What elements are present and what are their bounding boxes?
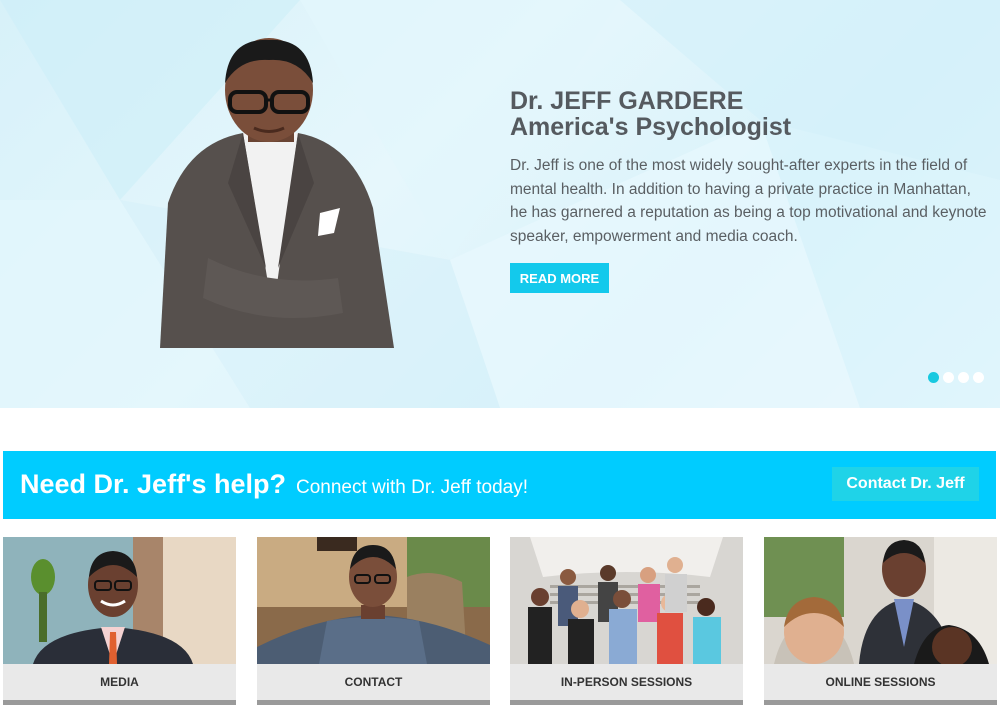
card-label: ONLINE SESSIONS — [764, 664, 997, 700]
hero-title: Dr. JEFF GARDERE America's Psychologist — [510, 88, 791, 140]
card-media[interactable]: MEDIA — [3, 537, 236, 705]
hero-title-line1: Dr. JEFF GARDERE — [510, 87, 744, 115]
card-in-person-sessions[interactable]: IN-PERSON SESSIONS — [510, 537, 743, 705]
slider-pagination — [928, 372, 984, 383]
card-online-sessions[interactable]: ONLINE SESSIONS — [764, 537, 997, 705]
slider-dot-3[interactable] — [958, 372, 969, 383]
card-contact[interactable]: CONTACT — [257, 537, 490, 705]
cta-banner: Need Dr. Jeff's help? Connect with Dr. J… — [3, 451, 996, 519]
slider-dot-2[interactable] — [943, 372, 954, 383]
cta-subheading: Connect with Dr. Jeff today! — [296, 477, 528, 498]
read-more-button[interactable]: READ MORE — [510, 263, 609, 293]
card-label: CONTACT — [257, 664, 490, 700]
card-underline — [3, 700, 236, 705]
slider-dot-4[interactable] — [973, 372, 984, 383]
in-person-sessions-image — [510, 537, 743, 664]
contact-image — [257, 537, 490, 664]
card-label: IN-PERSON SESSIONS — [510, 664, 743, 700]
card-underline — [257, 700, 490, 705]
media-image — [3, 537, 236, 664]
hero-title-line2: America's Psychologist — [510, 113, 792, 141]
hero-description: Dr. Jeff is one of the most widely sough… — [510, 157, 987, 245]
cta-heading: Need Dr. Jeff's help? — [20, 469, 286, 499]
card-label: MEDIA — [3, 664, 236, 700]
card-underline — [510, 700, 743, 705]
online-sessions-image — [764, 537, 997, 664]
card-underline — [764, 700, 997, 705]
hero-slider: Dr. JEFF GARDERE America's Psychologist … — [0, 0, 1000, 408]
dr-jeff-portrait — [160, 38, 394, 348]
slider-dot-1[interactable] — [928, 372, 939, 383]
contact-dr-jeff-button[interactable]: Contact Dr. Jeff — [832, 467, 979, 501]
